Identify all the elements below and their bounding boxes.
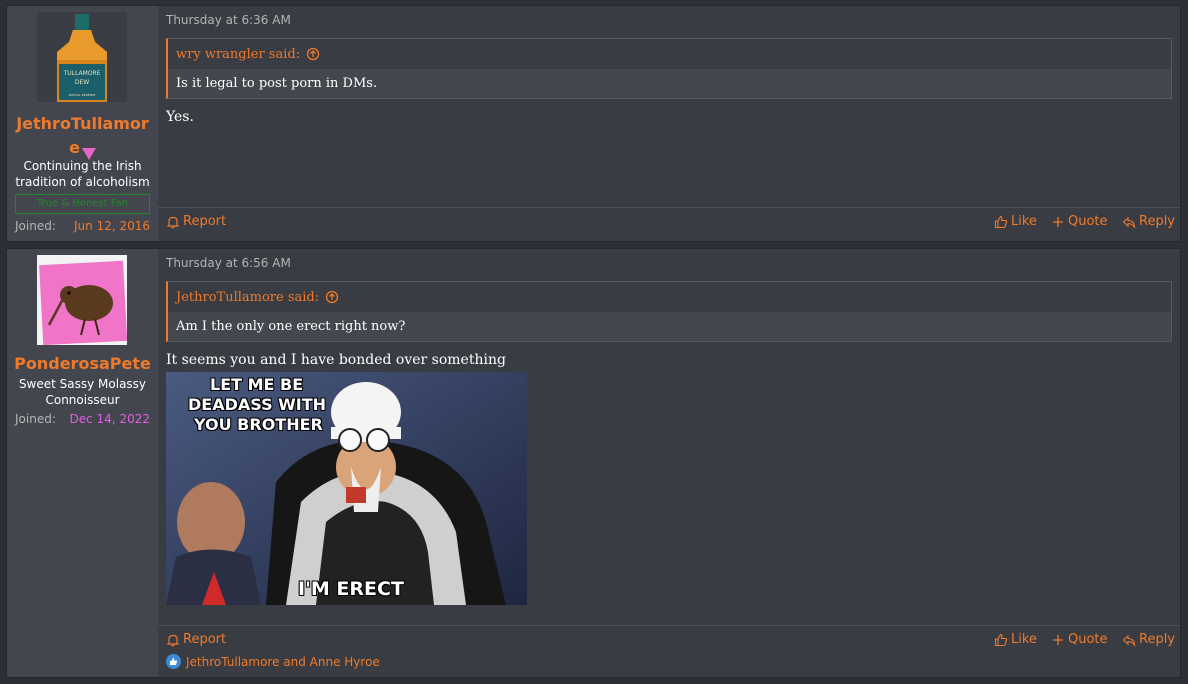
user-title: Continuing the Irish tradition of alcoho… [15, 159, 150, 189]
plus-icon [1053, 634, 1063, 645]
reply-icon [1122, 634, 1136, 647]
reactions-bar[interactable]: JethroTullamore and Anne Hyroe [166, 654, 380, 669]
like-reaction-icon [166, 654, 181, 669]
meme-caption-bottom: I'M ERECT [298, 578, 404, 600]
quote-text: Am I the only one erect right now? [168, 312, 1171, 341]
joined-label: Joined: [15, 412, 56, 426]
user-info-panel: PonderosaPete Sweet Sassy Molassy Connoi… [7, 249, 158, 677]
report-button[interactable]: Report [166, 214, 226, 229]
bell-icon [166, 634, 180, 646]
quote-button[interactable]: Quote [1051, 632, 1108, 647]
reply-icon [1122, 216, 1136, 229]
heart-icon [81, 143, 96, 160]
report-label: Report [183, 632, 227, 647]
quote-button[interactable]: Quote [1051, 214, 1108, 229]
meme-caption-top-3: YOU BROTHER [194, 415, 323, 434]
post-footer: Report Like Quote Reply [158, 207, 1180, 237]
quote-block: wry wrangler said: Is it legal to post p… [166, 38, 1172, 99]
quote-label: Quote [1068, 632, 1108, 647]
message-cell: Thursday at 6:56 AM JethroTullamore said… [158, 249, 1180, 677]
bell-icon [166, 216, 180, 228]
post-1: TULLAMORE DEW SPECIAL RESERVE JethroTull… [6, 5, 1181, 242]
message-cell: Thursday at 6:36 AM wry wrangler said: I… [158, 6, 1180, 241]
thumbs-up-icon [994, 215, 1008, 228]
post-footer: Report Like Quote Reply [158, 625, 1180, 655]
post-2: PonderosaPete Sweet Sassy Molassy Connoi… [6, 248, 1181, 678]
quote-author: wry wrangler said: [176, 46, 301, 62]
meme-caption-top-2: DEADASS WITH [188, 395, 327, 414]
joined-date: Dec 14, 2022 [69, 412, 150, 426]
post-body: Yes. [166, 109, 194, 125]
username[interactable]: PonderosaPete [7, 352, 158, 376]
username[interactable]: JethroTullamore [7, 112, 158, 160]
quote-label: Quote [1068, 214, 1108, 229]
meme-image[interactable]: LET ME BE DEADASS WITH YOU BROTHER I'M E… [166, 372, 527, 605]
like-button[interactable]: Like [994, 214, 1037, 229]
like-label: Like [1011, 632, 1037, 647]
arrow-up-circle-icon[interactable] [325, 290, 339, 304]
user-info-panel: TULLAMORE DEW SPECIAL RESERVE JethroTull… [7, 6, 158, 241]
reply-button[interactable]: Reply [1122, 632, 1175, 647]
joined-date: Jun 12, 2016 [73, 219, 150, 233]
post-date[interactable]: Thursday at 6:36 AM [166, 13, 291, 27]
quote-author: JethroTullamore said: [176, 289, 320, 305]
avatar-label-3: SPECIAL RESERVE [69, 93, 96, 97]
user-title: Sweet Sassy Molassy Connoisseur [18, 377, 147, 407]
like-button[interactable]: Like [994, 632, 1037, 647]
report-label: Report [183, 214, 227, 229]
avatar[interactable]: TULLAMORE DEW SPECIAL RESERVE [37, 12, 127, 102]
report-button[interactable]: Report [166, 632, 226, 647]
reply-label: Reply [1139, 214, 1176, 229]
reactions-users[interactable]: JethroTullamore and Anne Hyroe [186, 655, 380, 669]
reply-label: Reply [1139, 632, 1176, 647]
quote-header[interactable]: wry wrangler said: [168, 39, 1171, 69]
plus-icon [1053, 216, 1063, 227]
quote-text: Is it legal to post porn in DMs. [168, 69, 1171, 98]
post-date[interactable]: Thursday at 6:56 AM [166, 256, 291, 270]
quote-block: JethroTullamore said: Am I the only one … [166, 281, 1172, 342]
reply-button[interactable]: Reply [1122, 214, 1175, 229]
post-body: It seems you and I have bonded over some… [166, 352, 506, 368]
like-label: Like [1011, 214, 1037, 229]
user-banner: True & Honest Fan [15, 194, 150, 214]
avatar[interactable] [37, 255, 127, 345]
joined-label: Joined: [15, 219, 56, 233]
thumbs-up-icon [994, 633, 1008, 646]
meme-caption-top-1: LET ME BE [210, 375, 304, 394]
arrow-up-circle-icon[interactable] [306, 47, 320, 61]
avatar-label-1: TULLAMORE [63, 70, 101, 77]
avatar-label-2: DEW [75, 79, 89, 86]
quote-header[interactable]: JethroTullamore said: [168, 282, 1171, 312]
